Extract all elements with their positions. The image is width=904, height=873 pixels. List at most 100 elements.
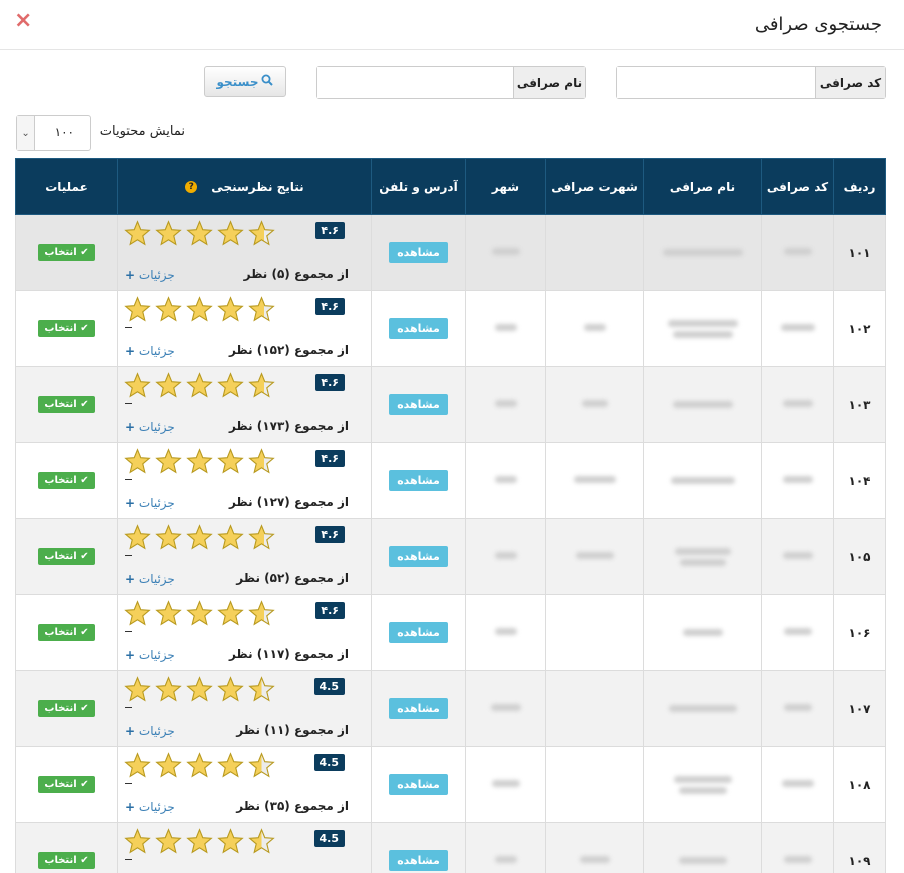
col-row[interactable]: ردیف <box>833 158 886 215</box>
row-number: ۱۰۶ <box>848 625 871 640</box>
cell-city <box>465 366 546 443</box>
cell-city <box>465 518 546 595</box>
select-button[interactable]: ✔ انتخاب <box>38 624 95 641</box>
select-button[interactable]: ✔ انتخاب <box>38 396 95 413</box>
star-icon <box>155 448 182 474</box>
blurred-name <box>678 786 727 794</box>
exchange-name-field: نام صرافی <box>316 66 586 99</box>
blurred-name <box>668 705 737 712</box>
details-link[interactable]: جزئیات + <box>125 420 175 434</box>
cell-rating: ۴.۶ از مجموع (۱۱۷) نظر جزئیات + <box>117 594 372 671</box>
view-address-button[interactable]: مشاهده <box>389 698 448 719</box>
blurred-name <box>667 319 738 327</box>
col-code[interactable]: کد صرافی <box>761 158 834 215</box>
blurred-name <box>672 401 733 408</box>
table-row: ۱۰۲ مشاهده ۴.۶ از مجموع (۱۵۲) نظر جزئیات + ✔ … <box>15 290 886 367</box>
exchange-code-field: کد صرافی <box>616 66 886 99</box>
plus-icon: + <box>125 572 136 586</box>
view-address-button[interactable]: مشاهده <box>389 546 448 567</box>
plus-icon: + <box>125 496 136 510</box>
details-link[interactable]: جزئیات + <box>125 572 175 586</box>
view-address-button[interactable]: مشاهده <box>389 850 448 871</box>
exchange-name-input[interactable] <box>317 67 513 98</box>
view-address-button[interactable]: مشاهده <box>389 622 448 643</box>
col-fame[interactable]: شهرت صرافی <box>545 158 644 215</box>
select-button[interactable]: ✔ انتخاب <box>38 472 95 489</box>
select-button[interactable]: ✔ انتخاب <box>38 320 95 337</box>
view-address-button[interactable]: مشاهده <box>389 394 448 415</box>
cell-city <box>465 670 546 747</box>
cell-fame <box>545 442 644 519</box>
details-link[interactable]: جزئیات + <box>125 268 175 282</box>
search-button[interactable]: جستجو <box>204 66 286 97</box>
details-link[interactable]: جزئیات + <box>125 496 175 510</box>
blurred-fame <box>583 323 606 331</box>
select-button-label: انتخاب <box>44 551 77 562</box>
star-icon <box>186 296 213 322</box>
blurred-city <box>494 855 517 863</box>
col-address[interactable]: آدرس و تلفن <box>371 158 466 215</box>
check-icon: ✔ <box>80 399 89 410</box>
col-rating-label: نتایج نظرسنجی <box>211 179 304 194</box>
details-link[interactable]: جزئیات + <box>125 800 175 814</box>
cell-rating: ۴.۶ از مجموع (۵) نظر جزئیات + <box>117 214 372 291</box>
select-button[interactable]: ✔ انتخاب <box>38 700 95 717</box>
cell-name <box>643 746 762 823</box>
cell-actions: ✔ انتخاب <box>15 670 118 747</box>
col-city[interactable]: شهر <box>465 158 546 215</box>
table-row: ۱۰۶ مشاهده ۴.۶ از مجموع (۱۱۷) نظر جزئیات + ✔ … <box>15 594 886 671</box>
star-icon <box>248 752 275 778</box>
rating-dash <box>125 555 132 556</box>
view-address-button[interactable]: مشاهده <box>389 242 448 263</box>
star-icon <box>155 220 182 246</box>
view-address-button[interactable]: مشاهده <box>389 470 448 491</box>
col-rating[interactable]: نتایج نظرسنجی? <box>117 158 372 215</box>
details-link[interactable]: جزئیات + <box>125 724 175 738</box>
page-size-label: نمایش محتویات <box>99 124 185 139</box>
cell-row-number: ۱۰۶ <box>833 594 886 671</box>
select-button[interactable]: ✔ انتخاب <box>38 244 95 261</box>
cell-row-number: ۱۰۷ <box>833 670 886 747</box>
view-address-button[interactable]: مشاهده <box>389 774 448 795</box>
select-button[interactable]: ✔ انتخاب <box>38 852 95 869</box>
help-icon[interactable]: ? <box>185 181 198 193</box>
table-row: ۱۰۱ مشاهده ۴.۶ از مجموع (۵) نظر جزئیات + ✔ ان… <box>15 214 886 291</box>
exchange-code-input[interactable] <box>617 67 815 98</box>
row-number: ۱۰۸ <box>848 777 871 792</box>
star-icon <box>186 752 213 778</box>
view-address-button[interactable]: مشاهده <box>389 318 448 339</box>
details-label: جزئیات <box>138 572 175 586</box>
star-icon <box>186 372 213 398</box>
star-icon <box>124 372 151 398</box>
page-size-value: ۱۰۰ <box>54 125 74 139</box>
cell-address: مشاهده <box>371 822 466 873</box>
page-size-select[interactable]: ۱۰۰ ⌄ <box>16 115 91 151</box>
close-icon[interactable]: × <box>14 8 32 33</box>
exchange-name-label: نام صرافی <box>513 67 585 98</box>
cell-actions: ✔ انتخاب <box>15 518 118 595</box>
star-icon <box>124 676 151 702</box>
star-icon <box>124 600 151 626</box>
col-name[interactable]: نام صرافی <box>643 158 762 215</box>
details-link[interactable]: جزئیات + <box>125 648 175 662</box>
select-button[interactable]: ✔ انتخاب <box>38 776 95 793</box>
blurred-code <box>783 627 812 635</box>
cell-fame <box>545 746 644 823</box>
rating-score: ۴.۶ <box>315 222 345 239</box>
star-icon <box>217 448 244 474</box>
select-button[interactable]: ✔ انتخاب <box>38 548 95 565</box>
check-icon: ✔ <box>80 551 89 562</box>
cell-fame <box>545 594 644 671</box>
star-icon <box>217 828 244 854</box>
plus-icon: + <box>125 800 136 814</box>
details-link[interactable]: جزئیات + <box>125 344 175 358</box>
cell-city <box>465 822 546 873</box>
details-label: جزئیات <box>138 268 175 282</box>
cell-name <box>643 594 762 671</box>
plus-icon: + <box>125 724 136 738</box>
check-icon: ✔ <box>80 475 89 486</box>
rating-total: از مجموع (۱۱۷) نظر <box>228 647 349 661</box>
blurred-code <box>782 551 813 559</box>
cell-row-number: ۱۰۲ <box>833 290 886 367</box>
star-icon <box>155 524 182 550</box>
